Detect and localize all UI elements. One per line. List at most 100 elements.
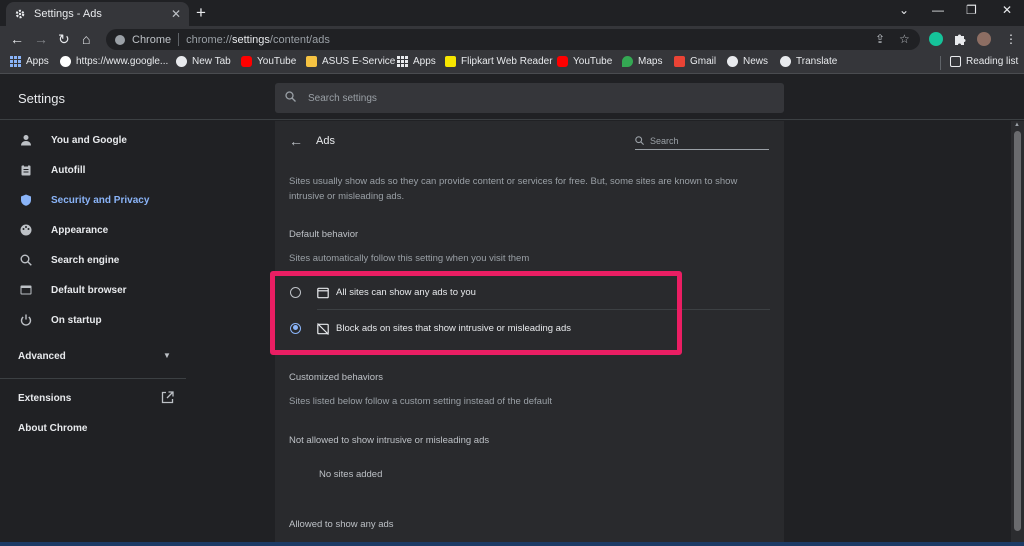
url-scheme: chrome:// xyxy=(186,33,232,46)
tab-search-chevron-icon[interactable]: ⌄ xyxy=(899,3,909,17)
sidebar-item-you-and-google[interactable]: You and Google xyxy=(0,125,186,155)
highlight-annotation-box xyxy=(270,271,682,355)
bookmark-item[interactable]: https://www.google... xyxy=(60,56,168,67)
shield-icon xyxy=(20,194,32,206)
sidebar-item-on-startup[interactable]: On startup xyxy=(0,305,186,335)
bookmark-item[interactable]: YouTube xyxy=(241,56,296,67)
home-button[interactable]: ⌂ xyxy=(82,30,90,48)
url-host: settings xyxy=(231,33,270,46)
bookmark-item[interactable]: YouTube xyxy=(557,56,612,67)
globe-icon xyxy=(727,56,738,67)
not-allowed-empty-text: No sites added xyxy=(319,469,383,480)
palette-icon xyxy=(20,224,32,236)
sidebar-advanced[interactable]: Advanced xyxy=(18,351,66,362)
sidebar-divider xyxy=(0,378,186,379)
apps-grid-icon xyxy=(10,56,21,67)
not-allowed-heading: Not allowed to show intrusive or mislead… xyxy=(289,435,490,446)
globe-icon xyxy=(780,56,791,67)
settings-header: Settings Search settings xyxy=(0,75,1024,120)
tab-title: Settings - Ads xyxy=(34,8,102,20)
profile-avatar[interactable] xyxy=(977,32,991,46)
google-icon xyxy=(60,56,71,67)
sidebar-item-search-engine[interactable]: Search engine xyxy=(0,245,186,275)
bookmark-item[interactable]: Flipkart Web Reader xyxy=(445,56,553,67)
allowed-heading: Allowed to show any ads xyxy=(289,519,394,530)
reading-list-button[interactable]: Reading list xyxy=(950,56,1018,67)
sidebar-item-appearance[interactable]: Appearance xyxy=(0,215,186,245)
scroll-up-arrow-icon[interactable]: ▲ xyxy=(1014,122,1020,128)
share-icon[interactable]: ⇪ xyxy=(875,32,885,46)
sidebar-extensions[interactable]: Extensions xyxy=(18,393,71,404)
sidebar-item-default-browser[interactable]: Default browser xyxy=(0,275,186,305)
bookmark-item[interactable]: Apps xyxy=(397,56,436,67)
chevron-down-icon[interactable]: ▼ xyxy=(163,351,171,360)
bookmark-item[interactable]: Maps xyxy=(622,56,662,67)
apps-grid-icon xyxy=(397,56,408,67)
sidebar-item-autofill[interactable]: Autofill xyxy=(0,155,186,185)
settings-title: Settings xyxy=(18,91,65,106)
restore-button[interactable]: ❐ xyxy=(966,3,977,17)
person-icon xyxy=(20,134,32,146)
search-icon xyxy=(20,254,32,266)
tab-settings-ads[interactable]: Settings - Ads ✕ xyxy=(6,2,189,26)
forward-button[interactable]: → xyxy=(34,30,48,48)
back-button[interactable]: ← xyxy=(10,30,24,48)
sidebar-item-security-and-privacy[interactable]: Security and Privacy xyxy=(0,185,186,215)
bookmarks-bar: Apps https://www.google... New Tab YouTu… xyxy=(0,52,1024,74)
search-settings-input[interactable]: Search settings xyxy=(275,83,784,113)
clipboard-icon xyxy=(20,164,32,176)
tab-strip: Settings - Ads ✕ + ⌄ — ❐ ✕ xyxy=(0,0,1024,26)
address-bar[interactable]: Chrome chrome:// settings /content/ads xyxy=(106,29,920,50)
window-close-button[interactable]: ✕ xyxy=(1002,3,1012,17)
omnibox-separator xyxy=(178,33,180,46)
browser-icon xyxy=(20,284,32,296)
folder-icon xyxy=(306,56,317,67)
bookmark-star-icon[interactable]: ☆ xyxy=(899,32,910,46)
reading-list-icon xyxy=(950,56,961,67)
bookmark-item[interactable]: New Tab xyxy=(176,56,231,67)
globe-icon xyxy=(176,56,187,67)
taskbar-edge xyxy=(0,542,1024,546)
grammarly-extension-icon[interactable] xyxy=(929,32,943,46)
customized-behaviors-subtitle: Sites listed below follow a custom setti… xyxy=(289,396,552,407)
page-scrollbar[interactable]: ▲ xyxy=(1011,121,1024,546)
search-icon xyxy=(285,89,296,107)
search-settings-placeholder: Search settings xyxy=(308,92,377,104)
power-icon xyxy=(20,314,32,326)
minimize-button[interactable]: — xyxy=(932,3,944,17)
new-tab-button[interactable]: + xyxy=(196,3,206,23)
ads-search-input[interactable]: Search xyxy=(635,133,769,150)
maps-pin-icon xyxy=(622,56,633,67)
bookmark-item[interactable]: News xyxy=(727,56,768,67)
open-in-new-icon[interactable] xyxy=(161,391,174,404)
search-icon xyxy=(635,132,644,150)
bookmark-item[interactable]: ASUS E-Service xyxy=(306,56,395,67)
omnibox-chrome-label: Chrome xyxy=(132,33,172,46)
flipkart-icon xyxy=(445,56,456,67)
ads-description: Sites usually show ads so they can provi… xyxy=(289,176,738,202)
gear-icon xyxy=(14,8,26,20)
gmail-icon xyxy=(674,56,685,67)
puzzle-extensions-icon[interactable] xyxy=(953,32,967,46)
bookmark-item[interactable]: Gmail xyxy=(674,56,716,67)
youtube-icon xyxy=(557,56,568,67)
settings-sidebar: You and Google Autofill Security and Pri… xyxy=(0,121,186,546)
page-title: Ads xyxy=(316,135,335,147)
customized-behaviors-heading: Customized behaviors xyxy=(289,372,383,383)
default-behavior-subtitle: Sites automatically follow this setting … xyxy=(289,253,530,264)
ads-search-placeholder: Search xyxy=(650,136,679,146)
bookmarks-separator xyxy=(940,56,941,70)
tab-close-icon[interactable]: ✕ xyxy=(171,7,181,21)
default-behavior-heading: Default behavior xyxy=(289,229,359,240)
youtube-icon xyxy=(241,56,252,67)
browser-toolbar: ← → ↻ ⌂ Chrome chrome:// settings /conte… xyxy=(0,26,1024,52)
bookmark-item[interactable]: Translate xyxy=(780,56,837,67)
chrome-site-icon xyxy=(115,34,125,45)
menu-dots-icon[interactable]: ⋮ xyxy=(1005,32,1017,46)
sidebar-about-chrome[interactable]: About Chrome xyxy=(18,423,87,434)
reload-button[interactable]: ↻ xyxy=(58,30,70,48)
url-path: /content/ads xyxy=(269,33,330,46)
scrollbar-thumb[interactable] xyxy=(1014,131,1021,531)
back-arrow-icon[interactable]: ← xyxy=(289,133,303,149)
bookmark-item[interactable]: Apps xyxy=(10,56,49,67)
